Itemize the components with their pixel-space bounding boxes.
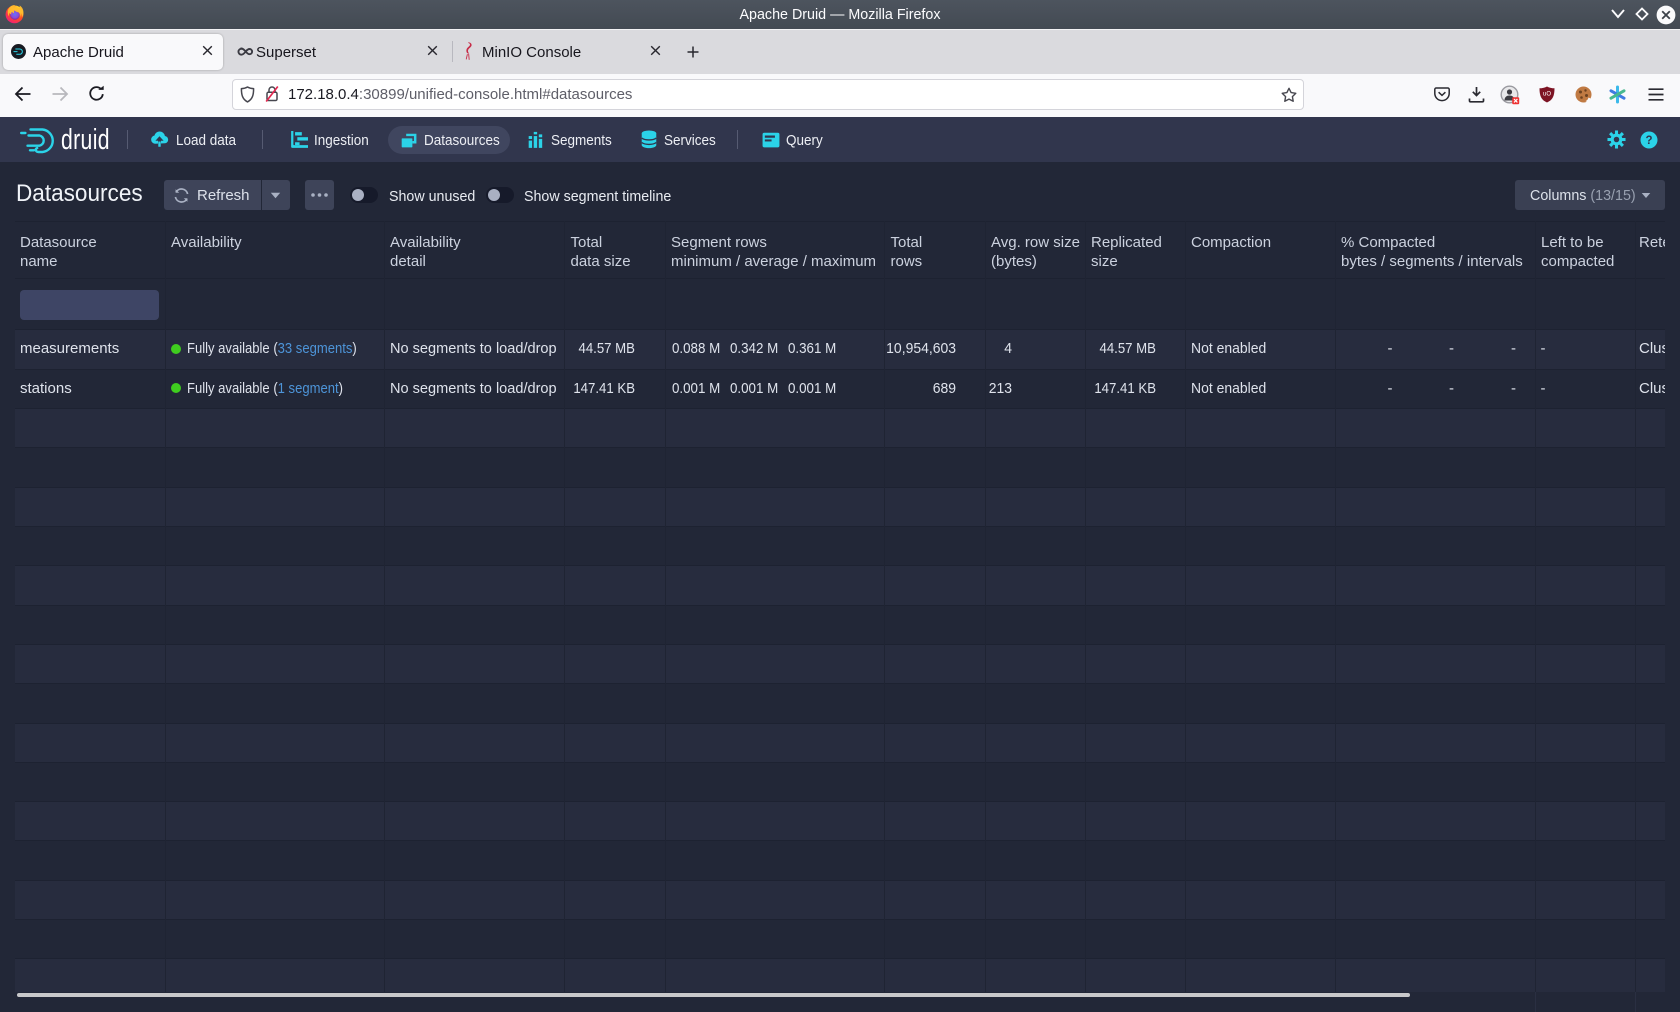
svg-text:?: ?: [1645, 135, 1652, 147]
svg-text:uO: uO: [1543, 92, 1551, 98]
